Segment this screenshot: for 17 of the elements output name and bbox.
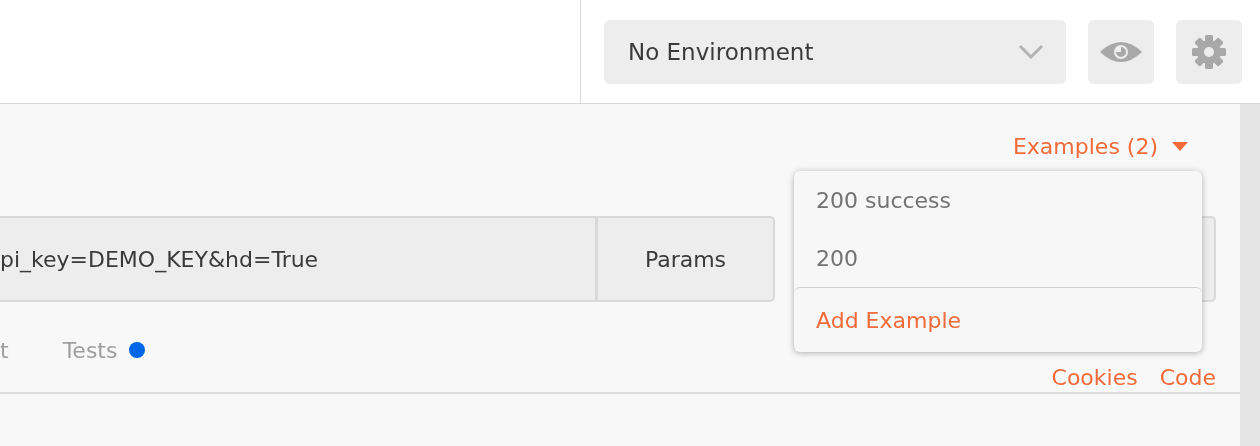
tab[interactable]: Tests <box>62 337 146 363</box>
url-field[interactable]: pi_key=DEMO_KEY&hd=True <box>0 216 597 302</box>
menu-item[interactable]: 200 success <box>794 171 1202 229</box>
params-button[interactable]: Params <box>597 216 775 302</box>
menu-item[interactable]: 200 <box>794 229 1202 287</box>
scrollbar[interactable] <box>1240 104 1260 446</box>
tab[interactable]: t <box>0 337 9 363</box>
settings-button[interactable] <box>1176 19 1242 84</box>
environment-dropdown[interactable]: No Environment <box>604 19 1066 84</box>
caret-icon <box>1172 141 1188 152</box>
link[interactable]: Cookies <box>1051 365 1138 390</box>
settings-icon <box>1191 33 1227 70</box>
examples-link[interactable]: Examples (2) <box>1012 134 1188 159</box>
chevron-down-icon <box>1018 43 1044 60</box>
link[interactable]: Code <box>1159 365 1216 390</box>
eye-button[interactable] <box>1088 19 1154 84</box>
eye-icon <box>1099 39 1143 64</box>
